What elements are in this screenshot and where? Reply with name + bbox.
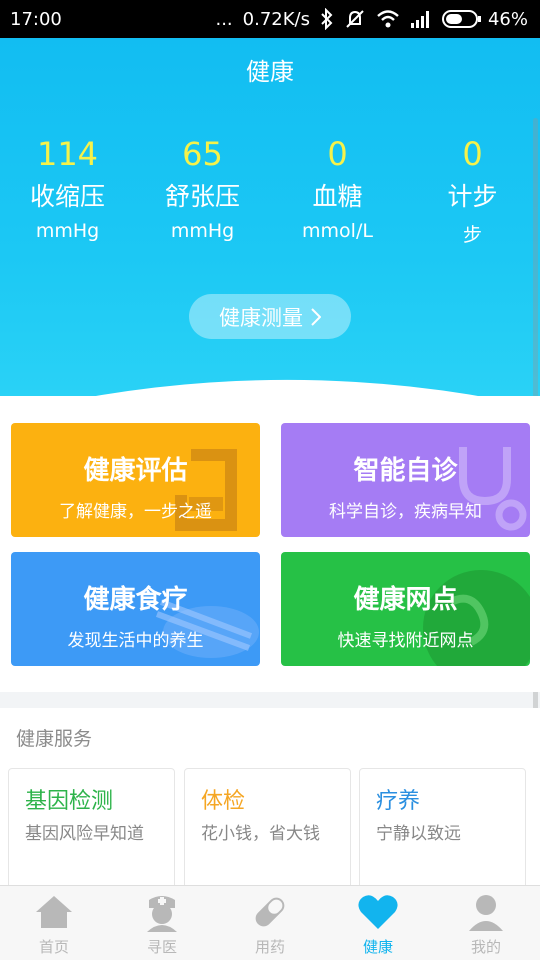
metric-unit: mmol/L bbox=[302, 220, 373, 242]
service-subtitle: 基因风险早知道 bbox=[25, 824, 144, 844]
metric-value: 65 bbox=[182, 135, 223, 173]
service-title: 基因检测 bbox=[25, 789, 114, 814]
home-icon bbox=[36, 896, 72, 928]
card-subtitle: 快速寻找附近网点 bbox=[337, 631, 474, 651]
metric-name: 血糖 bbox=[312, 182, 363, 211]
status-indicators: ... 0.72K/s 46% bbox=[215, 8, 528, 30]
nav-label: 我的 bbox=[470, 938, 501, 956]
wifi-icon bbox=[376, 9, 400, 29]
page-title: 健康 bbox=[246, 58, 294, 86]
doctor-icon bbox=[147, 896, 177, 932]
card-health-network[interactable]: 健康网点 快速寻找附近网点 bbox=[281, 552, 530, 666]
metric-name: 舒张压 bbox=[164, 182, 240, 211]
battery-level: 46% bbox=[487, 8, 528, 30]
service-subtitle: 宁静以致远 bbox=[376, 824, 461, 844]
nav-health[interactable]: 健康 bbox=[324, 886, 432, 960]
metrics-row: 114 收缩压 mmHg 65 舒张压 mmHg 0 血糖 mmol/L 0 计… bbox=[0, 134, 540, 254]
card-subtitle: 发现生活中的养生 bbox=[67, 631, 204, 651]
bluetooth-icon bbox=[320, 8, 334, 30]
signal-icon bbox=[410, 10, 432, 28]
nav-medication[interactable]: 用药 bbox=[216, 886, 324, 960]
metric-unit: mmHg bbox=[170, 220, 235, 242]
service-subtitle: 花小钱，省大钱 bbox=[201, 824, 320, 844]
metric-name: 计步 bbox=[447, 182, 498, 211]
status-time: 17:00 bbox=[10, 8, 62, 30]
metric-unit: 步 bbox=[462, 224, 482, 246]
metric-steps[interactable]: 0 计步 步 bbox=[405, 134, 540, 254]
health-measure-button[interactable]: 健康测量 bbox=[189, 294, 351, 339]
nav-label: 首页 bbox=[38, 938, 69, 956]
nav-label: 用药 bbox=[254, 938, 285, 956]
service-title: 体检 bbox=[201, 789, 246, 814]
card-health-diet[interactable]: 健康食疗 发现生活中的养生 bbox=[11, 552, 260, 666]
nav-label: 健康 bbox=[362, 938, 393, 956]
section-title: 健康服务 bbox=[16, 728, 93, 750]
user-icon bbox=[469, 895, 503, 931]
card-health-assessment[interactable]: 健康评估 了解健康，一步之遥 bbox=[11, 423, 260, 537]
card-title: 智能自诊 bbox=[353, 456, 458, 486]
nav-find-doctor[interactable]: 寻医 bbox=[108, 886, 216, 960]
nav-label: 寻医 bbox=[146, 938, 177, 956]
nav-home[interactable]: 首页 bbox=[0, 886, 108, 960]
metric-unit: mmHg bbox=[35, 220, 100, 242]
card-subtitle: 了解健康，一步之遥 bbox=[59, 502, 212, 522]
measure-button-label: 健康测量 bbox=[219, 305, 303, 330]
card-smart-diagnosis[interactable]: 智能自诊 科学自诊，疾病早知 bbox=[281, 423, 530, 537]
bottom-nav: 首页 寻医 用药 健康 我的 bbox=[0, 885, 540, 960]
chevron-right-icon bbox=[311, 307, 321, 326]
status-bar: 17:00 ... 0.72K/s 46% bbox=[0, 0, 540, 38]
metric-diastolic[interactable]: 65 舒张压 mmHg bbox=[135, 134, 270, 254]
pill-icon bbox=[255, 897, 285, 927]
status-dots: ... bbox=[215, 8, 233, 30]
metric-value: 0 bbox=[327, 135, 348, 173]
metric-value: 0 bbox=[462, 135, 483, 173]
metric-value: 114 bbox=[36, 135, 99, 173]
nav-profile[interactable]: 我的 bbox=[432, 886, 540, 960]
card-title: 健康网点 bbox=[353, 585, 458, 615]
battery: 46% bbox=[441, 8, 528, 30]
metric-name: 收缩压 bbox=[29, 182, 105, 211]
network-speed: 0.72K/s bbox=[242, 8, 310, 30]
heart-icon bbox=[358, 895, 398, 929]
card-title: 健康食疗 bbox=[83, 585, 188, 615]
metric-systolic[interactable]: 114 收缩压 mmHg bbox=[0, 134, 135, 254]
card-subtitle: 科学自诊，疾病早知 bbox=[329, 502, 482, 522]
service-title: 疗养 bbox=[376, 789, 421, 814]
mute-icon bbox=[344, 8, 366, 30]
card-title: 健康评估 bbox=[83, 456, 188, 486]
battery-icon bbox=[441, 10, 481, 28]
metric-blood-sugar[interactable]: 0 血糖 mmol/L bbox=[270, 134, 405, 254]
